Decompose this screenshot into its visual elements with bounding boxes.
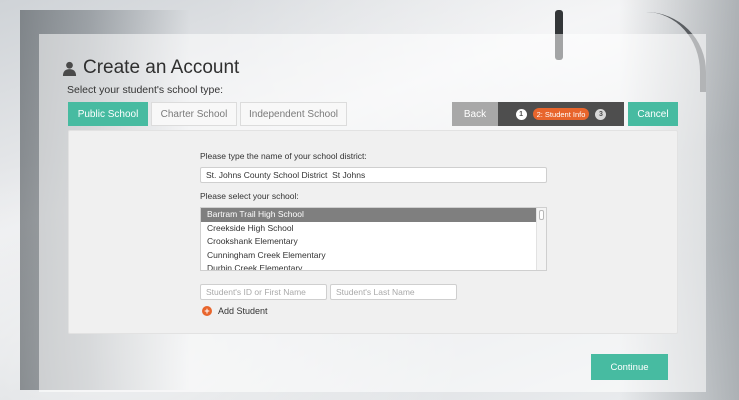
back-button[interactable]: Back [452,102,498,126]
step-indicator: 1 2: Student Info 3 [498,102,624,126]
step-1-dot: 1 [515,108,527,120]
listbox-scrollbar[interactable] [536,208,546,270]
school-type-prompt: Select your student's school type: [67,84,224,96]
add-student-label: Add Student [218,306,268,316]
tab-independent-school[interactable]: Independent School [240,102,347,126]
page-title: Create an Account [62,56,239,80]
school-option-crookshank[interactable]: Crookshank Elementary [201,235,546,249]
step-3-dot: 3 [595,108,607,120]
school-option-cunningham-creek[interactable]: Cunningham Creek Elementary [201,249,546,263]
student-id-input[interactable] [200,284,327,300]
add-student-button[interactable]: + Add Student [202,306,268,316]
step-2-current: 2: Student Info [532,108,590,120]
page-title-text: Create an Account [83,57,240,78]
school-option-durbin-creek[interactable]: Durbin Creek Elementary [201,262,546,270]
student-last-name-input[interactable] [330,284,457,300]
tab-charter-school[interactable]: Charter School [151,102,237,126]
plus-icon: + [202,306,212,316]
school-listbox[interactable]: Bartram Trail High School Creekside High… [200,207,547,271]
school-option-bartram-trail[interactable]: Bartram Trail High School [201,208,546,222]
district-label: Please type the name of your school dist… [200,151,367,161]
cancel-button[interactable]: Cancel [628,102,678,126]
district-input[interactable] [200,167,547,183]
scrollbar-thumb[interactable] [539,210,544,220]
tab-public-school[interactable]: Public School [68,102,148,126]
user-icon [62,61,77,76]
school-option-creekside[interactable]: Creekside High School [201,222,546,236]
school-label: Please select your school: [200,191,299,201]
continue-button[interactable]: Continue [591,354,668,380]
